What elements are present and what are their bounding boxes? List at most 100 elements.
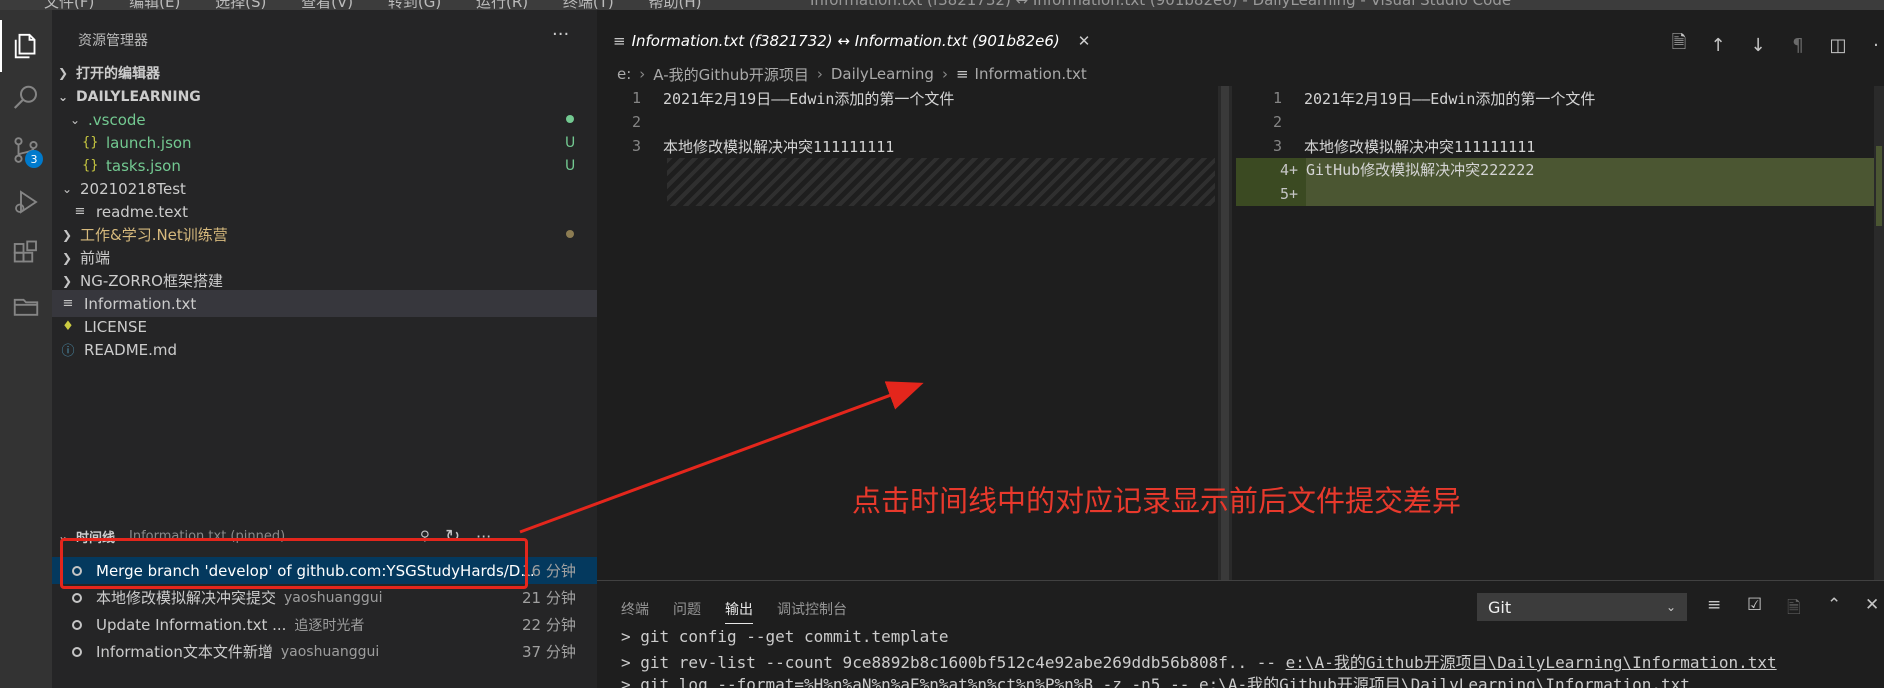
tab-problems[interactable]: 问题 (673, 599, 701, 619)
close-panel-icon[interactable]: ✕ (1865, 595, 1879, 615)
menu-run[interactable]: 运行(R) (476, 0, 528, 10)
line-text: 2021年2月19日——Edwin添加的第一个文件 (663, 89, 955, 108)
timeline-item-time: 16 分钟 (522, 562, 576, 580)
timeline-item-author: 追逐时光者 (294, 617, 365, 634)
annotation-text: 点击时间线中的对应记录显示前后文件提交差异 (852, 484, 1462, 518)
timeline-item-label: Update Information.txt ... (96, 615, 287, 634)
breadcrumb: e: › A-我的Github开源项目 › DailyLearning › ≡ … (597, 62, 1884, 86)
menu-terminal[interactable]: 终端(T) (563, 0, 614, 10)
chevron-right-icon: ❯ (57, 66, 69, 80)
breadcrumb-item[interactable]: e: (617, 65, 631, 83)
chevron-right-icon: › (639, 65, 646, 83)
line-number: 1 (1272, 89, 1282, 107)
scrollbar[interactable] (1874, 86, 1884, 580)
menu-file[interactable]: 文件(F) (44, 0, 94, 10)
chevron-right-icon: ❯ (61, 227, 73, 242)
chevron-right-icon: › (941, 65, 948, 83)
menu-view[interactable]: 查看(V) (301, 0, 353, 10)
more-actions-icon[interactable]: ··· (552, 24, 569, 45)
timeline-item[interactable]: Information文本文件新增 yaoshuanggui 37 分钟 (52, 638, 597, 665)
line-text (1306, 182, 1874, 206)
line-text: GitHub修改模拟解决冲突222222 (1306, 158, 1874, 182)
tree-item-label: README.md (84, 340, 178, 359)
line-text: 2021年2月19日——Edwin添加的第一个文件 (1304, 89, 1596, 108)
split-editor-icon[interactable]: ◫ (1827, 34, 1849, 56)
open-log-icon[interactable]: 🗎 (1787, 595, 1801, 624)
untracked-status: U (565, 134, 576, 151)
chevron-down-icon: ⌄ (61, 181, 73, 196)
output-channel-select[interactable]: Git ⌄ (1477, 593, 1687, 621)
search-button[interactable] (0, 72, 52, 124)
lock-icon[interactable]: ☑ (1747, 595, 1762, 615)
maximize-panel-icon[interactable]: ⌃ (1827, 595, 1841, 615)
tree-item-label: 20210218Test (80, 179, 186, 198)
run-debug-button[interactable] (0, 176, 52, 228)
menu-selection[interactable]: 选择(S) (215, 0, 266, 10)
explorer-title: 资源管理器 (78, 33, 148, 49)
tab-output[interactable]: 输出 (725, 599, 753, 624)
text-file-icon: ≡ (955, 65, 969, 83)
tree-item-readme-md[interactable]: ⓘ README.md (52, 336, 597, 363)
remote-explorer-button[interactable] (0, 280, 52, 332)
chevron-right-icon: ❯ (61, 273, 73, 288)
menu-edit[interactable]: 编辑(E) (129, 0, 180, 10)
line-text: 本地修改模拟解决冲突111111111 (663, 137, 895, 156)
line-number: 5+ (1236, 182, 1306, 206)
chevron-right-icon: › (816, 65, 823, 83)
diff-placeholder-hatch (667, 158, 1215, 206)
status-dot (566, 230, 574, 238)
explorer-button[interactable] (0, 20, 52, 72)
tab-diff-information[interactable]: ≡ Information.txt (f3821732) ↔ Informati… (597, 20, 1090, 62)
tree-item-label: NG-ZORRO框架搭建 (80, 272, 223, 290)
tree-item-label: launch.json (106, 133, 192, 152)
more-actions-icon[interactable]: · (1865, 34, 1884, 56)
open-editors-section[interactable]: ❯ 打开的编辑器 (52, 60, 597, 86)
breadcrumb-item[interactable]: DailyLearning (831, 65, 934, 83)
line-number: 1 (631, 89, 641, 107)
line-number: 2 (631, 113, 641, 131)
tab-terminal[interactable]: 终端 (621, 599, 649, 619)
code-line-added: 4+ GitHub修改模拟解决冲突222222 (1236, 158, 1874, 182)
menu-bar: 文件(F) 编辑(E) 选择(S) 查看(V) 转到(G) 运行(R) 终端(T… (44, 0, 732, 10)
menu-go[interactable]: 转到(G) (388, 0, 441, 10)
output-text: > git rev-list --count 9ce8892b8c1600bf5… (621, 653, 1286, 672)
previous-change-icon[interactable]: ↑ (1707, 34, 1729, 56)
timeline-item-label: 本地修改模拟解决冲突提交 (96, 589, 277, 607)
json-file-icon: {} (82, 158, 99, 173)
source-control-button[interactable]: 3 (0, 124, 52, 176)
timeline-item-author: yaoshuanggui (280, 643, 380, 660)
text-file-icon: ≡ (613, 32, 626, 50)
line-number: 3 (631, 137, 641, 155)
next-change-icon[interactable]: ↓ (1747, 34, 1769, 56)
timeline-item-author: yaoshuanggui (284, 589, 383, 606)
breadcrumb-item[interactable]: A-我的Github开源项目 (653, 64, 809, 85)
text-file-icon: ≡ (74, 204, 86, 219)
commit-icon (72, 592, 82, 603)
annotation-highlight-box (60, 538, 528, 589)
whitespace-icon[interactable]: ¶ (1787, 34, 1809, 56)
menu-help[interactable]: 帮助(H) (649, 0, 702, 10)
tab-debug-console[interactable]: 调试控制台 (777, 599, 847, 619)
line-number: 3 (1272, 137, 1282, 155)
tree-item-label: LICENSE (84, 317, 147, 336)
breadcrumb-item[interactable]: Information.txt (975, 65, 1087, 83)
tree-item-label: Information.txt (84, 294, 197, 313)
open-file-icon[interactable]: 🗎 (1668, 32, 1690, 56)
code-line: 1 2021年2月19日——Edwin添加的第一个文件 (1236, 86, 1874, 110)
output-text: > git log --format=%H%n%aN%n%aE%n%at%n%c… (621, 675, 1690, 688)
license-icon: ♦ (62, 319, 74, 334)
explorer-icon (14, 33, 36, 59)
tab-label: Information.txt (f3821732) ↔ Information… (631, 32, 1060, 50)
tree-item-label: 工作&学习.Net训练营 (80, 226, 228, 244)
close-icon[interactable]: ✕ (1078, 32, 1091, 50)
workspace-label: DAILYLEARNING (76, 89, 201, 105)
chevron-right-icon: ❯ (61, 250, 73, 265)
timeline-item[interactable]: Update Information.txt ... 追逐时光者 22 分钟 (52, 611, 597, 638)
output-line: > git rev-list --count 9ce8892b8c1600bf5… (621, 649, 1777, 673)
output-text: > git config --get commit.template (621, 627, 949, 646)
extensions-button[interactable] (0, 228, 52, 280)
clear-output-icon[interactable]: ≡ (1707, 595, 1721, 615)
output-path-link[interactable]: e:\A-我的Github开源项目\DailyLearning\Informat… (1286, 653, 1777, 672)
timeline-item-time: 21 分钟 (522, 589, 576, 607)
line-number: 4+ (1236, 158, 1306, 182)
